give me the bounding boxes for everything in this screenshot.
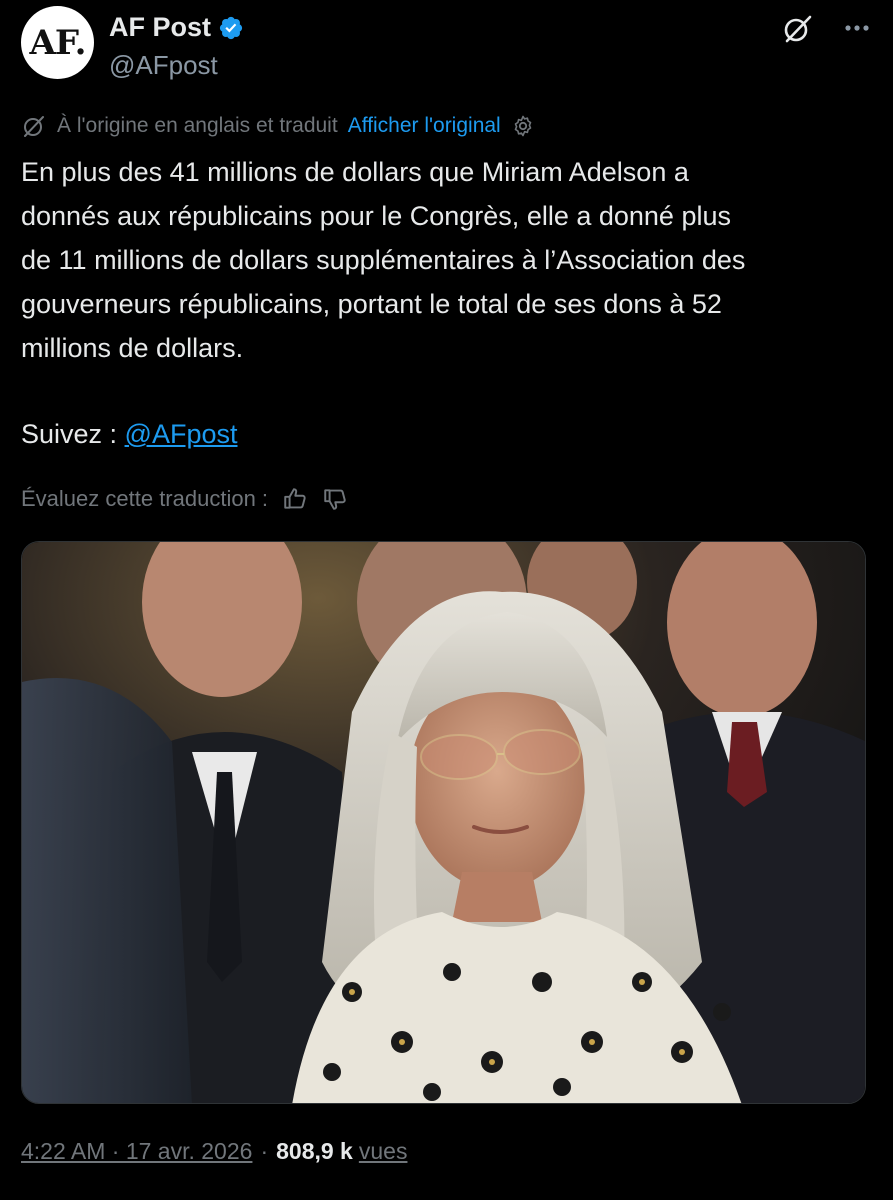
avatar-logo-text: AF. [29, 22, 87, 63]
photo-illustration [22, 542, 865, 1103]
rate-translation-row: Évaluez cette traduction : [21, 483, 348, 515]
tweet-timestamp[interactable]: 4:22 AM · 17 avr. 2026 [21, 1138, 252, 1165]
meta-separator: · [260, 1138, 269, 1164]
translate-icon [21, 113, 47, 139]
mention-link[interactable]: @AFpost [125, 419, 238, 449]
thumbs-up-icon[interactable] [282, 486, 308, 512]
grok-slash-icon[interactable] [781, 12, 815, 46]
author-display-name[interactable]: AF Post [109, 12, 211, 43]
tweet-body-text: En plus des 41 millions de dollars que M… [21, 157, 746, 363]
gear-icon[interactable] [511, 114, 535, 138]
rate-translation-label: Évaluez cette traduction : [21, 486, 269, 511]
tweet-photo[interactable] [21, 541, 866, 1104]
follow-prefix: Suivez : [21, 419, 125, 449]
follow-line: Suivez : @AFpost [21, 412, 238, 456]
tweet-detail: AF. AF Post @AFpost À l'origine en angla… [0, 0, 893, 1200]
tweet-meta-row: 4:22 AM · 17 avr. 2026 · 808,9 k vues [21, 1138, 407, 1165]
author-handle[interactable]: @AFpost [109, 50, 218, 81]
tweet-header: AF. AF Post @AFpost [21, 6, 873, 82]
thumbs-down-icon[interactable] [322, 486, 348, 512]
views-label[interactable]: vues [359, 1138, 408, 1165]
avatar[interactable]: AF. [21, 6, 94, 79]
show-original-link[interactable]: Afficher l'original [348, 114, 501, 138]
more-horizontal-icon[interactable] [841, 12, 873, 44]
verified-badge-icon [218, 15, 244, 41]
translation-notice-text: À l'origine en anglais et traduit [57, 114, 338, 137]
author-name-row[interactable]: AF Post [109, 12, 244, 43]
views-count: 808,9 k [276, 1138, 353, 1164]
translation-notice-row: À l'origine en anglais et traduit Affich… [21, 112, 535, 140]
